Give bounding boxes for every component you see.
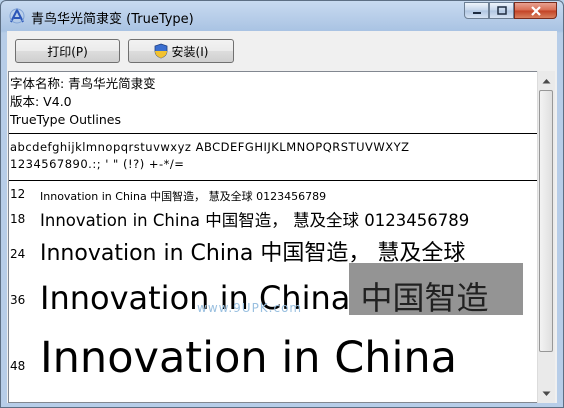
title-bar[interactable]: 青鸟华光简隶变 (TrueType): [1, 1, 563, 31]
font-viewer-window: 青鸟华光简隶变 (TrueType) 打印(P) 安装(I) 字体名称: 青鸟华…: [0, 0, 564, 408]
charset-symbols: 1234567890.:; ' " (!?) +-*/=: [10, 157, 185, 171]
arrow-up-icon: [542, 78, 551, 83]
sample-size: 36: [10, 293, 26, 307]
sample-size: 12: [10, 187, 26, 201]
sample-row: 18 Innovation in China 中国智造， 慧及全球 012345…: [9, 206, 537, 234]
font-preview-area: 字体名称: 青鸟华光简隶变 版本: V4.0 TrueType Outlines…: [8, 71, 538, 403]
scroll-up-button[interactable]: [538, 72, 555, 89]
minimize-icon: [472, 11, 481, 14]
charset-letters: abcdefghijklmnopqrstuvwxyz ABCDEFGHIJKLM…: [10, 140, 410, 154]
client-area: 打印(P) 安装(I) 字体名称: 青鸟华光简隶变 版本: V4.0 TrueT…: [7, 31, 557, 403]
scroll-down-button[interactable]: [538, 385, 555, 402]
sample-text: Innovation in China 中国智造， 慧及全球 012345678…: [40, 211, 470, 230]
print-button-label: 打印(P): [47, 44, 88, 59]
window-title: 青鸟华光简隶变 (TrueType): [31, 12, 194, 27]
print-button[interactable]: 打印(P): [15, 39, 120, 63]
sample-row: 48 Innovation in China: [9, 332, 537, 402]
font-name-line: 字体名称: 青鸟华光简隶变: [10, 76, 156, 91]
font-version-line: 版本: V4.0: [10, 94, 72, 109]
tooltip-overlay: [349, 263, 523, 315]
minimize-button[interactable]: [464, 2, 489, 19]
watermark: www.9UPK.com: [197, 301, 303, 315]
font-info: 字体名称: 青鸟华光简隶变 版本: V4.0 TrueType Outlines: [10, 75, 156, 129]
uac-shield-icon: [154, 43, 167, 59]
font-app-icon: [9, 8, 25, 24]
close-button[interactable]: [514, 2, 557, 19]
arrow-down-icon: [542, 391, 551, 396]
caption-buttons: [464, 2, 557, 19]
sample-text: Innovation in China: [40, 333, 458, 383]
toolbar: 打印(P) 安装(I): [7, 31, 557, 71]
divider: [9, 133, 537, 134]
divider: [9, 180, 537, 181]
close-icon: [530, 5, 541, 16]
sample-text: Innovation in China 中国智造， 慧及全球 012345678…: [40, 190, 327, 203]
sample-size: 24: [10, 247, 26, 261]
maximize-icon: [496, 6, 507, 15]
sample-size: 18: [10, 212, 26, 226]
sample-row: 12 Innovation in China 中国智造， 慧及全球 012345…: [9, 184, 537, 204]
install-button-label: 安装(I): [171, 44, 209, 59]
install-button[interactable]: 安装(I): [128, 39, 234, 63]
vertical-scrollbar[interactable]: [537, 71, 555, 403]
sample-size: 48: [10, 359, 26, 373]
scrollbar-thumb[interactable]: [539, 90, 553, 352]
font-type-line: TrueType Outlines: [10, 112, 121, 127]
maximize-button[interactable]: [489, 2, 514, 19]
